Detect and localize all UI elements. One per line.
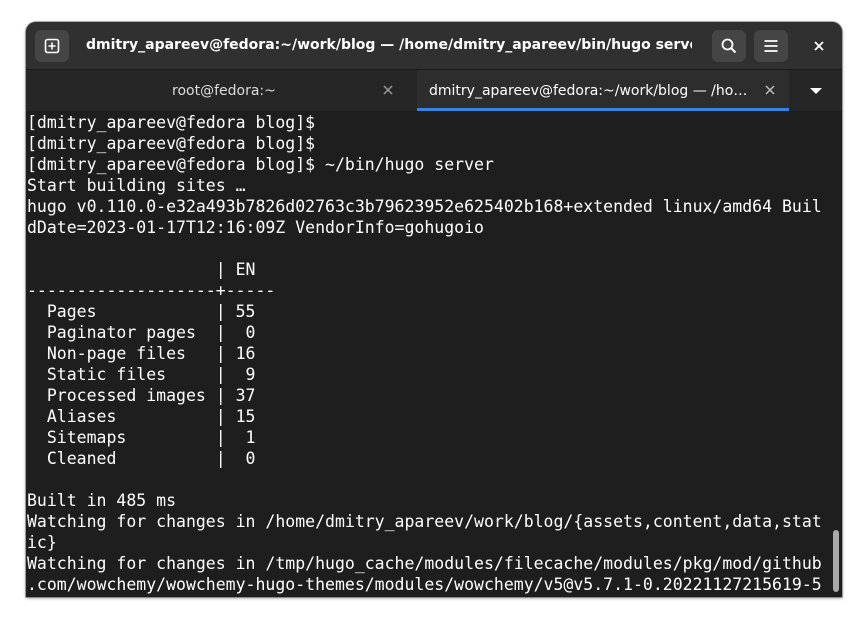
terminal-line: [dmitry_apareev@fedora blog]$ <box>27 134 326 153</box>
tab-close-button[interactable] <box>762 82 778 98</box>
menu-button[interactable] <box>754 30 788 62</box>
search-icon <box>721 38 737 54</box>
terminal-window: dmitry_apareev@fedora:~/work/blog — /hom… <box>26 22 842 597</box>
tab-root[interactable]: root@fedora:~ <box>26 70 416 111</box>
terminal-output[interactable]: [dmitry_apareev@fedora blog]$ [dmitry_ap… <box>26 111 829 597</box>
terminal-line: [dmitry_apareev@fedora blog]$ <box>27 113 326 132</box>
terminal-line: -------------------+----- <box>27 281 276 300</box>
terminal-line: Built in 485 ms <box>27 491 177 510</box>
terminal-line: ic} <box>27 533 57 552</box>
window-title: dmitry_apareev@fedora:~/work/blog — /hom… <box>86 37 692 53</box>
close-icon <box>765 85 775 95</box>
terminal-line: Start building sites … <box>27 176 256 195</box>
terminal-line: Sitemaps | 1 <box>27 428 276 447</box>
chevron-down-icon <box>809 87 822 94</box>
vertical-scrollbar[interactable] <box>829 111 842 597</box>
close-icon <box>383 85 393 95</box>
terminal-line: Watching for changes in /home/dmitry_apa… <box>27 512 822 531</box>
tab-close-button[interactable] <box>380 82 396 98</box>
header-bar: dmitry_apareev@fedora:~/work/blog — /hom… <box>26 22 842 69</box>
terminal-line: Pages | 55 <box>27 302 276 321</box>
terminal-line: Cleaned | 0 <box>27 449 276 468</box>
new-tab-button[interactable] <box>35 30 69 62</box>
tab-bar: root@fedora:~ dmitry_apareev@fedora:~/wo… <box>26 69 842 112</box>
terminal-line: Static files | 9 <box>27 365 276 384</box>
scrollbar-thumb[interactable] <box>833 530 839 592</box>
new-tab-icon <box>44 38 60 54</box>
close-window-button[interactable] <box>802 30 836 62</box>
terminal-line: Watching for changes in /tmp/hugo_cache/… <box>27 554 822 573</box>
terminal-line: | EN <box>27 260 276 279</box>
terminal-line: dDate=2023-01-17T12:16:09Z VendorInfo=go… <box>27 218 484 237</box>
tab-label: dmitry_apareev@fedora:~/work/blog — /hom… <box>429 82 751 99</box>
terminal-line: [dmitry_apareev@fedora blog]$ ~/bin/hugo… <box>27 155 494 174</box>
terminal-line: Non-page files | 16 <box>27 344 276 363</box>
tab-blog-hugo-server[interactable]: dmitry_apareev@fedora:~/work/blog — /hom… <box>417 70 789 111</box>
terminal-line: hugo v0.110.0-e32a493b7826d02763c3b79623… <box>27 197 822 216</box>
terminal-line: .com/wowchemy/wowchemy-hugo-themes/modul… <box>27 575 822 594</box>
tab-label: root@fedora:~ <box>172 82 276 99</box>
tab-overflow-button[interactable] <box>789 70 842 111</box>
search-button[interactable] <box>712 30 746 62</box>
terminal-line: Aliases | 15 <box>27 407 276 426</box>
terminal-line: Processed images | 37 <box>27 386 276 405</box>
hamburger-menu-icon <box>764 40 778 52</box>
close-icon <box>814 41 824 51</box>
terminal-line: Paginator pages | 0 <box>27 323 276 342</box>
